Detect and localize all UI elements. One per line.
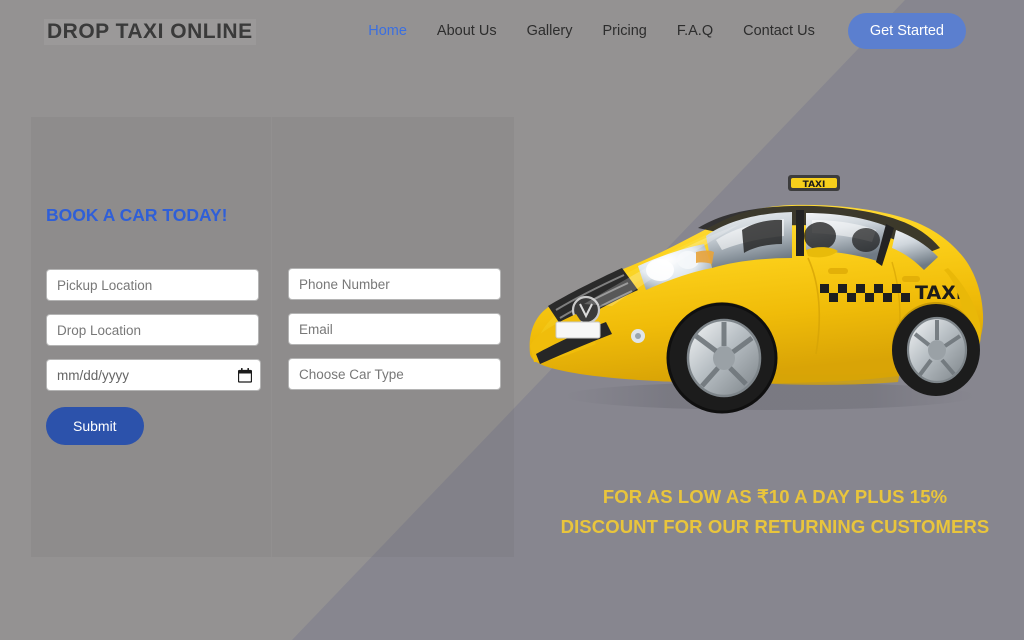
booking-form-right-column	[272, 117, 514, 557]
nav-item-gallery[interactable]: Gallery	[512, 0, 588, 62]
hero-taxi-image: TAXI TAXI	[520, 158, 1005, 423]
drop-location-input[interactable]	[46, 314, 259, 346]
booking-left-fields: mm/dd/yyyy Submit	[46, 269, 261, 445]
submit-button[interactable]: Submit	[46, 407, 144, 445]
travel-date-input[interactable]: mm/dd/yyyy	[46, 359, 261, 391]
calendar-icon[interactable]	[238, 367, 252, 383]
site-header: DROP TAXI ONLINE Home About Us Gallery P…	[0, 0, 1024, 62]
site-logo[interactable]: DROP TAXI ONLINE	[44, 19, 256, 45]
booking-form-left-column: BOOK A CAR TODAY! mm/dd/yyyy Submit	[31, 117, 272, 557]
page-root: DROP TAXI ONLINE Home About Us Gallery P…	[0, 0, 1024, 640]
car-type-input[interactable]	[288, 358, 501, 390]
nav-item-faq[interactable]: F.A.Q	[662, 0, 728, 62]
booking-right-fields	[288, 268, 501, 403]
taxi-illustration: TAXI TAXI	[529, 175, 984, 414]
promo-line-2: DISCOUNT FOR OUR RETURNING CUSTOMERS	[560, 516, 990, 537]
phone-number-input[interactable]	[288, 268, 501, 300]
svg-text:TAXI: TAXI	[803, 180, 826, 190]
nav-item-pricing[interactable]: Pricing	[588, 0, 662, 62]
booking-form-panel: BOOK A CAR TODAY! mm/dd/yyyy Submit	[31, 117, 514, 557]
date-placeholder-text: mm/dd/yyyy	[57, 367, 130, 383]
email-input[interactable]	[288, 313, 501, 345]
taxi-roof-sign: TAXI	[788, 175, 840, 191]
promo-line-1: FOR AS LOW AS ₹10 A DAY PLUS 15%	[602, 486, 948, 507]
booking-form-heading: BOOK A CAR TODAY!	[46, 205, 228, 225]
promo-text-block: FOR AS LOW AS ₹10 A DAY PLUS 15% DISCOUN…	[545, 482, 1005, 542]
nav-item-about-us[interactable]: About Us	[422, 0, 512, 62]
rear-wheel	[892, 304, 980, 396]
get-started-button[interactable]: Get Started	[847, 13, 966, 49]
nav-item-contact-us[interactable]: Contact Us	[728, 0, 830, 62]
nav-item-home[interactable]: Home	[353, 0, 422, 62]
main-navigation: Home About Us Gallery Pricing F.A.Q Cont…	[353, 0, 966, 62]
front-wheel	[666, 302, 778, 414]
pickup-location-input[interactable]	[46, 269, 259, 301]
